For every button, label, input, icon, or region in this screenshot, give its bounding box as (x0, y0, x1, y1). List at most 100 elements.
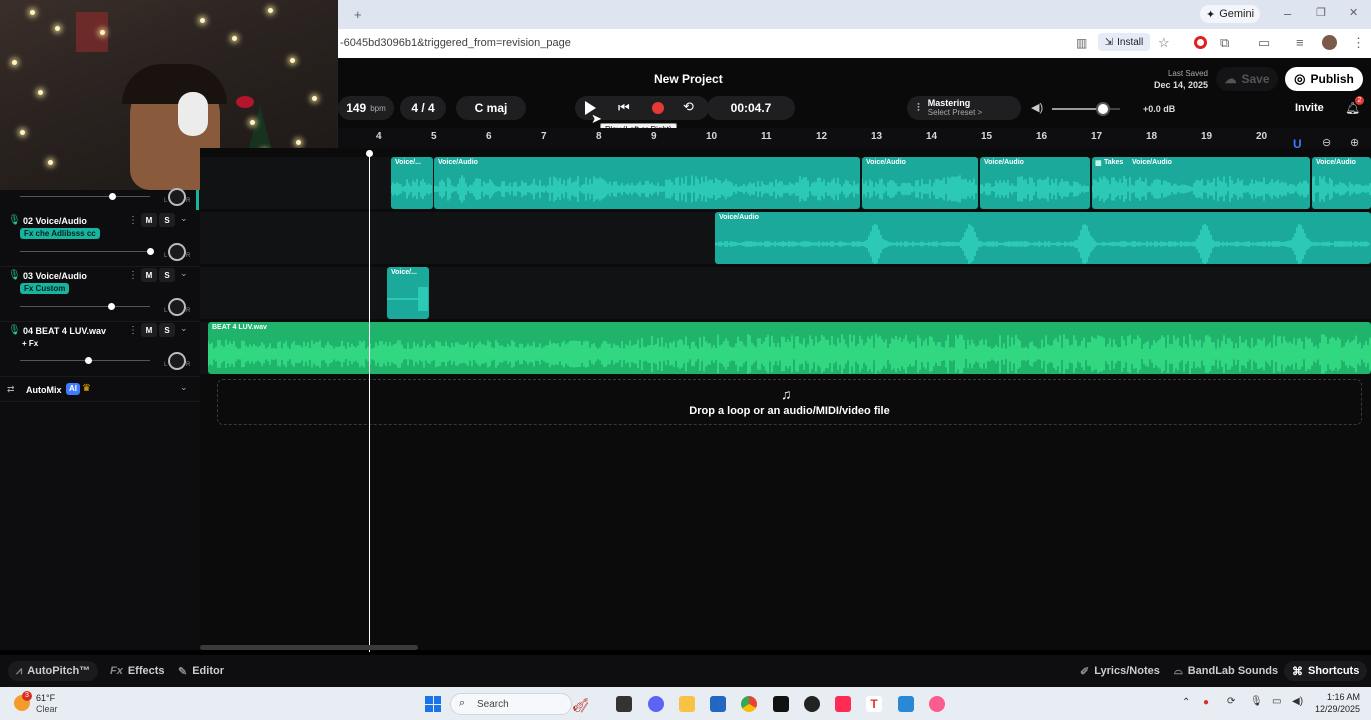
network-icon[interactable]: ▭ (1272, 696, 1281, 707)
audio-clip-beat[interactable]: BEAT 4 LUV.wav (208, 322, 1371, 374)
shortcuts-button[interactable]: ⌘ Shortcuts (1284, 661, 1368, 681)
track-fx-tag[interactable]: Fx che Adlibsss cc (20, 228, 100, 239)
audio-clip[interactable]: Voice/Audio (715, 212, 1371, 264)
maximize-button[interactable]: ❐ (1316, 7, 1326, 20)
track-volume-knob[interactable] (84, 357, 92, 364)
lyrics-notes-button[interactable]: ✐ Lyrics/Notes (1072, 661, 1168, 681)
partial-track-volume-knob[interactable] (109, 193, 116, 200)
loop-icon[interactable]: ⟲ (683, 100, 694, 114)
file-explorer-icon[interactable] (679, 696, 695, 712)
install-app-button[interactable]: ⇲ Install (1098, 33, 1150, 51)
solo-button[interactable]: S (159, 213, 175, 227)
pan-left-label: L (164, 253, 168, 259)
track-menu-icon[interactable]: ⋮ (128, 325, 138, 336)
mastering-button[interactable]: ⫶ Mastering Select Preset > (907, 96, 1021, 120)
media-controls-icon[interactable]: ≡ (1296, 36, 1304, 49)
mute-button[interactable]: M (141, 323, 157, 337)
tray-sync-icon[interactable]: ⟳ (1227, 696, 1235, 707)
record-icon[interactable] (652, 102, 664, 114)
track-menu-icon[interactable]: ⋮ (128, 215, 138, 226)
taskbar-time[interactable]: 1:16 AM (1308, 692, 1360, 702)
gemini-button[interactable]: ✦ Gemini (1200, 5, 1260, 23)
partial-track-pan-knob[interactable] (168, 188, 186, 206)
opera-extension-icon[interactable] (1194, 36, 1207, 49)
volume-speaker-icon[interactable]: ◀) (1031, 101, 1043, 114)
chevron-down-icon[interactable]: ⌄ (180, 382, 188, 393)
reading-mode-icon[interactable]: ▥ (1076, 37, 1087, 50)
track-lane-03[interactable] (200, 267, 1371, 319)
extensions-puzzle-icon[interactable]: ⧉ (1220, 36, 1229, 49)
bandlab-sounds-button[interactable]: ⌓ BandLab Sounds (1166, 661, 1286, 681)
time-signature-control[interactable]: 4 / 4 (400, 96, 446, 120)
microphone-tray-icon[interactable]: 🎙︎ (1250, 696, 1263, 707)
timeline-ruler[interactable]: 4 5 6 7 8 9 10 11 12 13 14 15 16 17 18 19 20 (338, 128, 1371, 148)
microsoft-store-icon[interactable] (710, 696, 726, 712)
track-menu-icon[interactable]: ⋮ (128, 270, 138, 281)
epic-games-icon[interactable] (773, 696, 789, 712)
profile-avatar[interactable] (1322, 35, 1337, 50)
add-fx-button[interactable]: + Fx (22, 339, 38, 348)
effects-button[interactable]: Fx Effects (102, 661, 173, 681)
url-text[interactable]: -6045bd3096b1&triggered_from=revision_pa… (340, 37, 571, 49)
track-volume-slider[interactable] (20, 251, 150, 252)
browser-menu-icon[interactable]: ⋮ (1352, 36, 1365, 49)
new-tab-button[interactable]: + (354, 8, 362, 21)
track-pan-knob[interactable] (168, 352, 186, 370)
track-volume-knob[interactable] (147, 248, 154, 255)
windows-start-icon[interactable] (425, 696, 441, 712)
solo-button[interactable]: S (159, 323, 175, 337)
track-volume-slider[interactable] (20, 306, 150, 307)
audio-clip[interactable]: Voice/Audio (434, 157, 860, 209)
mute-button[interactable]: M (141, 268, 157, 282)
close-window-button[interactable]: ✕ (1349, 7, 1358, 20)
chevron-down-icon[interactable]: ⌄ (180, 268, 188, 279)
tempo-control[interactable]: 149 bpm (338, 96, 394, 120)
invite-button[interactable]: Invite (1295, 102, 1324, 114)
discord-icon[interactable] (648, 696, 664, 712)
tray-app-icon[interactable]: ● (1203, 697, 1209, 708)
audio-clip-takes[interactable]: ▦ Takes Voice/Audio (1092, 157, 1310, 209)
text-app-icon[interactable]: T (866, 696, 882, 712)
save-button[interactable]: ☁ Save (1216, 67, 1278, 91)
skip-to-start-icon[interactable]: ⏮ (618, 101, 630, 115)
taskbar-search[interactable]: ⌕ Search (450, 693, 572, 715)
audio-clip[interactable]: Voice/Audio (980, 157, 1090, 209)
chevron-down-icon[interactable]: ⌄ (180, 323, 188, 334)
editor-button[interactable]: ✎ Editor (170, 661, 232, 681)
publish-button[interactable]: ◎ Publish (1285, 67, 1363, 91)
tray-overflow-icon[interactable]: ⌃ (1182, 697, 1190, 708)
screen-cast-icon[interactable]: ▭ (1258, 36, 1270, 49)
bookmark-star-icon[interactable]: ☆ (1158, 36, 1170, 49)
track-volume-knob[interactable] (108, 303, 115, 310)
itunes-icon[interactable] (929, 696, 945, 712)
track-name[interactable]: Voice/Audio (36, 271, 87, 281)
chrome-icon[interactable] (741, 696, 757, 712)
audio-clip[interactable]: Voice/Audio (862, 157, 978, 209)
track-pan-knob[interactable] (168, 243, 186, 261)
solo-button[interactable]: S (159, 268, 175, 282)
key-control[interactable]: C maj (456, 96, 526, 120)
taskbar-date[interactable]: 12/29/2025 (1308, 704, 1360, 714)
track-name[interactable]: Voice/Audio (36, 216, 87, 226)
obs-icon[interactable] (804, 696, 820, 712)
mute-button[interactable]: M (141, 213, 157, 227)
audio-clip[interactable]: Voice/... (387, 267, 429, 319)
track-fx-tag[interactable]: Fx Custom (20, 283, 70, 294)
track-name[interactable]: BEAT 4 LUV.wav (36, 326, 107, 336)
audio-clip[interactable]: Voice/... (391, 157, 433, 209)
audio-clip[interactable]: Voice/Audio (1312, 157, 1371, 209)
track-pan-knob[interactable] (168, 298, 186, 316)
project-title[interactable]: New Project (654, 72, 723, 86)
playhead[interactable] (369, 152, 370, 652)
task-view-icon[interactable] (616, 696, 632, 712)
tiktok-icon[interactable] (835, 696, 851, 712)
notepad-icon[interactable] (898, 696, 914, 712)
master-volume-knob[interactable] (1096, 102, 1110, 116)
chevron-down-icon[interactable]: ⌄ (180, 213, 188, 224)
autopitch-button[interactable]: ⩘ AutoPitch™ (8, 661, 99, 681)
partial-track-volume-slider[interactable] (20, 196, 150, 197)
speaker-tray-icon[interactable]: ◀) (1292, 696, 1303, 707)
playhead-handle[interactable] (366, 150, 373, 157)
horizontal-scrollbar[interactable] (200, 645, 418, 650)
minimize-button[interactable]: – (1284, 7, 1291, 20)
